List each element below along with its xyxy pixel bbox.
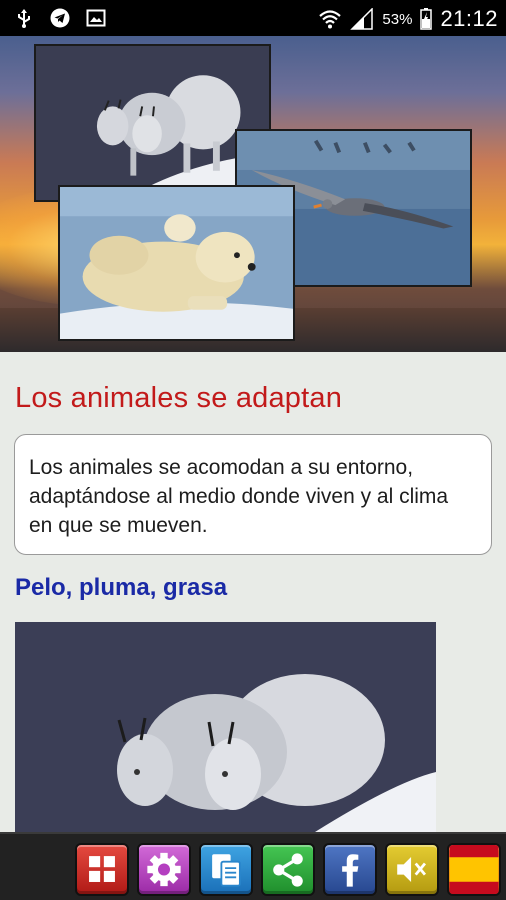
gear-icon — [147, 852, 181, 887]
sound-muted-icon — [397, 857, 427, 882]
wifi-icon — [319, 10, 342, 29]
settings-button[interactable] — [137, 843, 191, 896]
battery-percent: 53% — [382, 10, 413, 28]
telegram-icon — [50, 8, 70, 28]
image-icon — [86, 9, 106, 27]
intro-paragraph: Los animales se acomodan a su entorno, a… — [29, 456, 449, 537]
signal-icon — [350, 8, 374, 30]
facebook-button[interactable] — [323, 843, 377, 896]
status-bar: 53% 21:12 — [0, 0, 506, 36]
intro-text-box: Los animales se acomodan a su entorno, a… — [14, 434, 492, 555]
bottom-toolbar: ES — [0, 832, 506, 900]
mountain-goats-large-photo — [15, 622, 436, 832]
page-title: Los animales se adaptan — [15, 382, 343, 414]
menu-grid-icon — [89, 856, 115, 882]
copy-icon — [212, 854, 241, 887]
copy-button[interactable] — [199, 843, 253, 896]
language-button[interactable]: ES — [447, 843, 501, 896]
clock: 21:12 — [440, 6, 498, 31]
battery-icon — [420, 8, 433, 30]
spain-flag-icon — [449, 845, 499, 894]
polar-bear-photo — [58, 185, 295, 341]
notification-icons — [14, 8, 106, 28]
system-status: 53% 21:12 — [318, 6, 498, 32]
section-title: Pelo, pluma, grasa — [15, 574, 228, 601]
facebook-icon — [342, 854, 359, 887]
article-content[interactable]: Los animales se adaptan Los animales se … — [0, 352, 506, 832]
header-collage — [0, 36, 506, 352]
sound-toggle-button[interactable] — [385, 843, 439, 896]
share-button[interactable] — [261, 843, 315, 896]
share-icon — [273, 853, 303, 887]
usb-icon — [18, 9, 30, 28]
menu-button[interactable] — [75, 843, 129, 896]
